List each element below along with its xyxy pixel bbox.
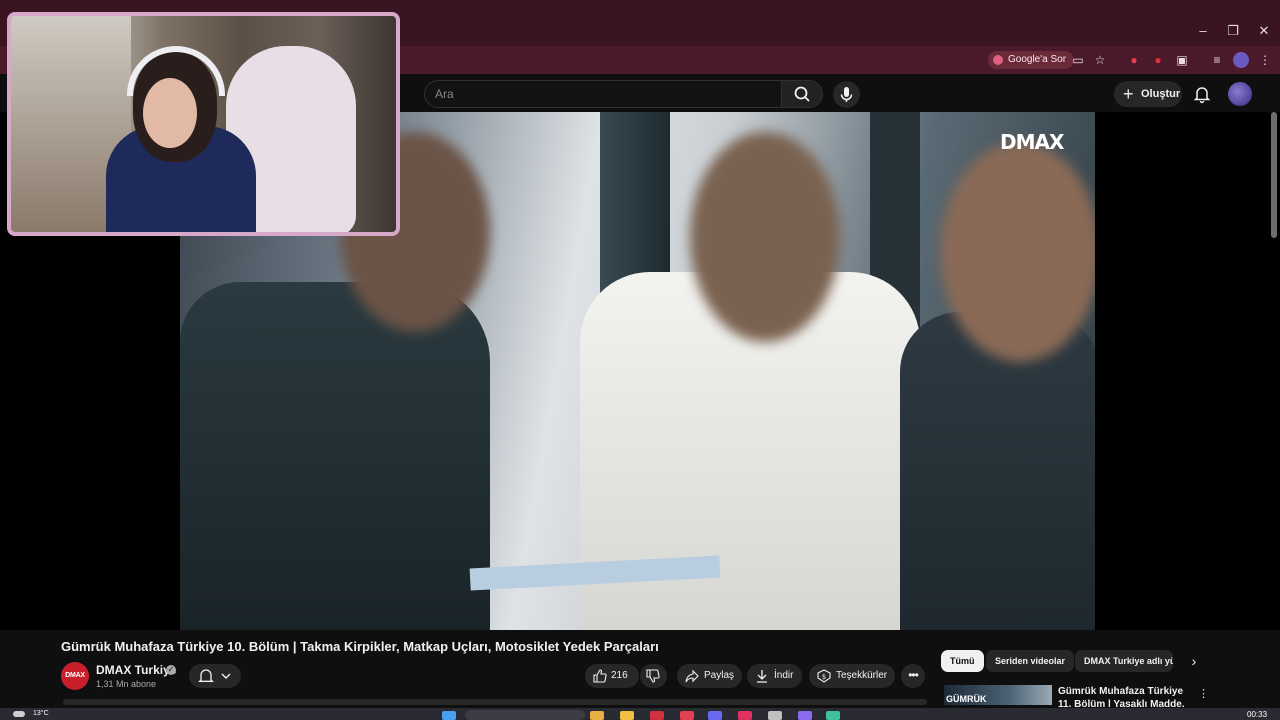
cast-icon[interactable]: ▭ [1070, 52, 1086, 68]
dmax-watermark: DMAX [1000, 130, 1064, 154]
google-lens-icon [993, 55, 1003, 65]
taskbar-app-icon[interactable] [826, 711, 840, 720]
search-icon [794, 86, 810, 102]
taskbar-app-icon[interactable] [650, 711, 664, 720]
taskbar-search[interactable] [465, 710, 585, 720]
extensions-puzzle-icon[interactable]: ▣ [1174, 52, 1190, 68]
description-box[interactable] [63, 699, 927, 705]
bell-icon [1193, 87, 1211, 104]
chip-channel-videos[interactable]: DMAX Turkiye adlı yü [1075, 650, 1173, 672]
taskbar-app-icon[interactable] [798, 711, 812, 720]
windows-start-icon[interactable] [442, 711, 456, 720]
more-vertical-icon[interactable]: ⋮ [1198, 687, 1209, 701]
close-icon[interactable]: ✕ [1249, 16, 1279, 46]
blurred-face [690, 132, 840, 342]
channel-avatar[interactable]: DMAX [61, 662, 89, 690]
channel-name[interactable]: DMAX Turkiye [96, 663, 176, 677]
media-control-icon[interactable]: ≡ [1209, 52, 1225, 68]
thanks-label: Teşekkürler [836, 670, 888, 681]
download-icon [757, 670, 767, 683]
recommended-thumbnail[interactable]: GÜMRÜK [944, 685, 1052, 705]
create-button[interactable]: + Oluştur [1114, 81, 1182, 107]
share-icon [685, 669, 699, 683]
dislike-button[interactable] [640, 664, 667, 688]
chevron-right-icon[interactable]: › [1186, 653, 1202, 669]
plus-icon: + [1123, 84, 1134, 104]
subscriber-count: 1,31 Mn abone [96, 679, 157, 689]
officer-figure [900, 312, 1095, 630]
profile-icon[interactable] [1233, 52, 1249, 68]
download-label: İndir [774, 670, 794, 681]
ask-google-button[interactable]: Google'a Sor [988, 51, 1075, 69]
browser-menu-icon[interactable]: ⋮ [1257, 52, 1273, 68]
taskbar-clock[interactable]: 00:33 [1247, 710, 1267, 719]
weather-icon[interactable] [13, 711, 25, 717]
taskbar-app-icon[interactable] [590, 711, 604, 720]
discord-icon[interactable] [708, 711, 722, 720]
extension-shield-icon[interactable]: ● [1150, 52, 1166, 68]
taskbar-temperature[interactable]: 13°C [33, 710, 49, 717]
microphone-icon [840, 87, 853, 102]
like-count: 216 [611, 670, 628, 681]
ask-google-label: Google'a Sor [1008, 54, 1067, 65]
voice-search-button[interactable] [833, 81, 860, 108]
restore-icon[interactable]: ❐ [1218, 16, 1248, 46]
verified-check-icon: ✓ [166, 665, 176, 675]
thumbs-down-icon [646, 669, 660, 683]
file-explorer-icon[interactable] [620, 711, 634, 720]
notifications-button[interactable] [1192, 84, 1212, 104]
super-thanks-icon: $ [817, 669, 831, 683]
search-input[interactable]: Ara [424, 80, 782, 108]
headphones [127, 46, 225, 96]
subscription-bell-button[interactable] [189, 664, 241, 688]
thanks-button[interactable]: $ Teşekkürler [809, 664, 895, 688]
video-title: Gümrük Muhafaza Türkiye 10. Bölüm | Takm… [61, 639, 659, 654]
recommended-title[interactable]: Gümrük Muhafaza Türkiye 11. Bölüm | Yasa… [1058, 685, 1188, 707]
webcam-overlay [7, 12, 400, 236]
chip-series-videos[interactable]: Seriden videolar [986, 650, 1075, 672]
taskbar-app-icon[interactable] [738, 711, 752, 720]
account-avatar[interactable] [1228, 82, 1252, 106]
create-label: Oluştur [1141, 88, 1181, 100]
more-actions-button[interactable]: ••• [901, 664, 925, 688]
thumbs-up-icon [593, 669, 607, 683]
os-taskbar [0, 708, 1280, 720]
taskbar-app-icon[interactable] [768, 711, 782, 720]
bell-icon [198, 669, 231, 682]
share-button[interactable]: Paylaş [677, 664, 742, 688]
more-horizontal-icon: ••• [908, 668, 919, 682]
page-scrollbar[interactable] [1271, 112, 1277, 238]
svg-text:$: $ [822, 673, 826, 681]
download-button[interactable]: İndir [747, 664, 802, 688]
bookmark-star-icon[interactable]: ☆ [1092, 52, 1108, 68]
chip-all[interactable]: Tümü [941, 650, 984, 672]
minimize-icon[interactable]: – [1188, 16, 1218, 46]
thumbnail-text: GÜMRÜK [946, 694, 987, 704]
officer-figure [180, 282, 490, 630]
share-label: Paylaş [704, 670, 735, 681]
blurred-face [940, 142, 1095, 362]
like-button[interactable]: 216 [585, 664, 639, 688]
browser-taskbar-icon[interactable] [680, 711, 694, 720]
extension-red-icon[interactable]: ● [1126, 52, 1142, 68]
search-button[interactable] [781, 80, 823, 108]
